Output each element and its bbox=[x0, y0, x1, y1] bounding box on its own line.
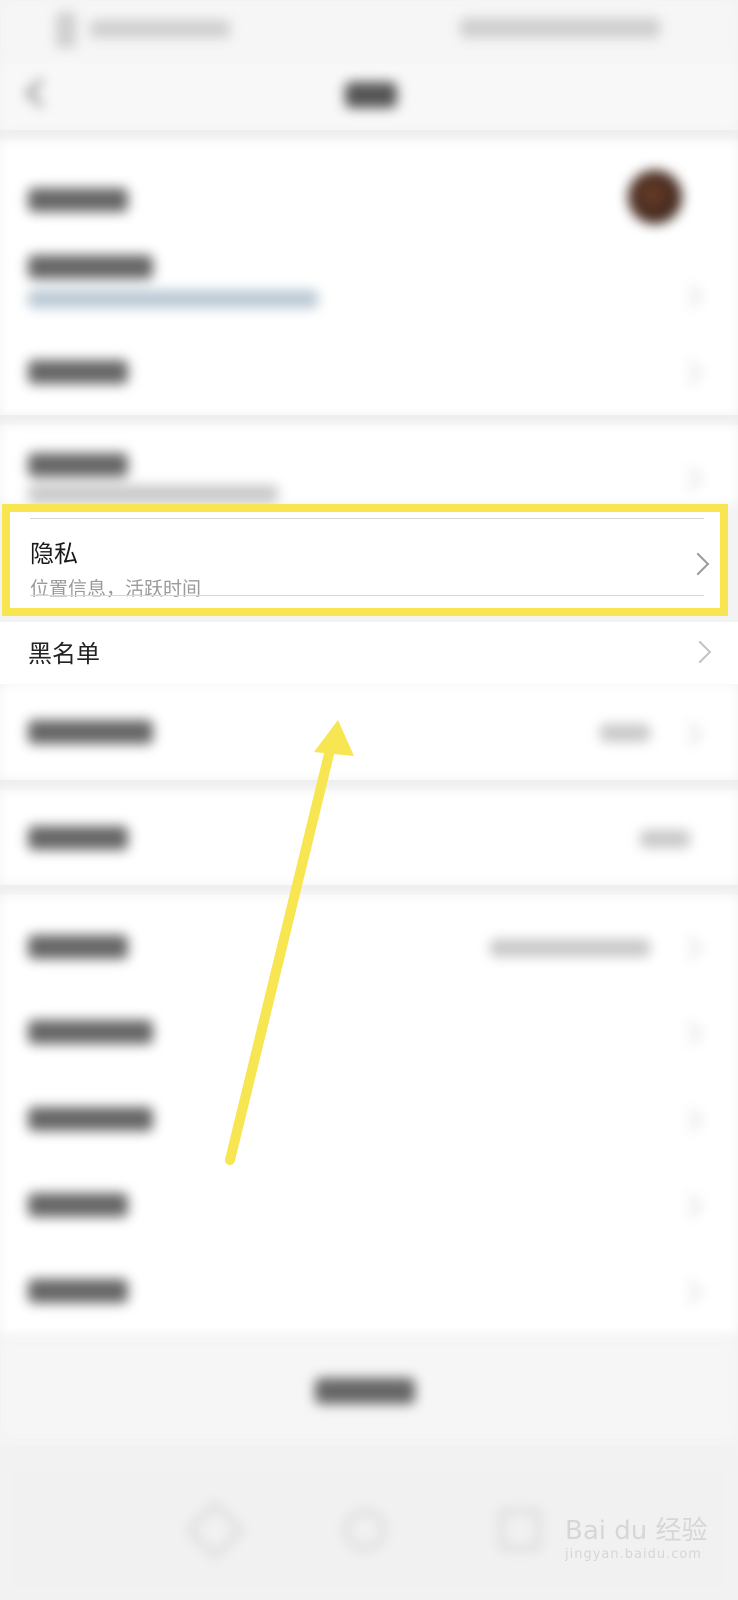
watermark: Bai du 经验 jingyan.baidu.com bbox=[565, 1510, 708, 1562]
watermark-url: jingyan.baidu.com bbox=[565, 1547, 702, 1562]
watermark-brand: Bai du 经验 bbox=[565, 1516, 708, 1546]
annotation-arrow bbox=[225, 720, 354, 1165]
